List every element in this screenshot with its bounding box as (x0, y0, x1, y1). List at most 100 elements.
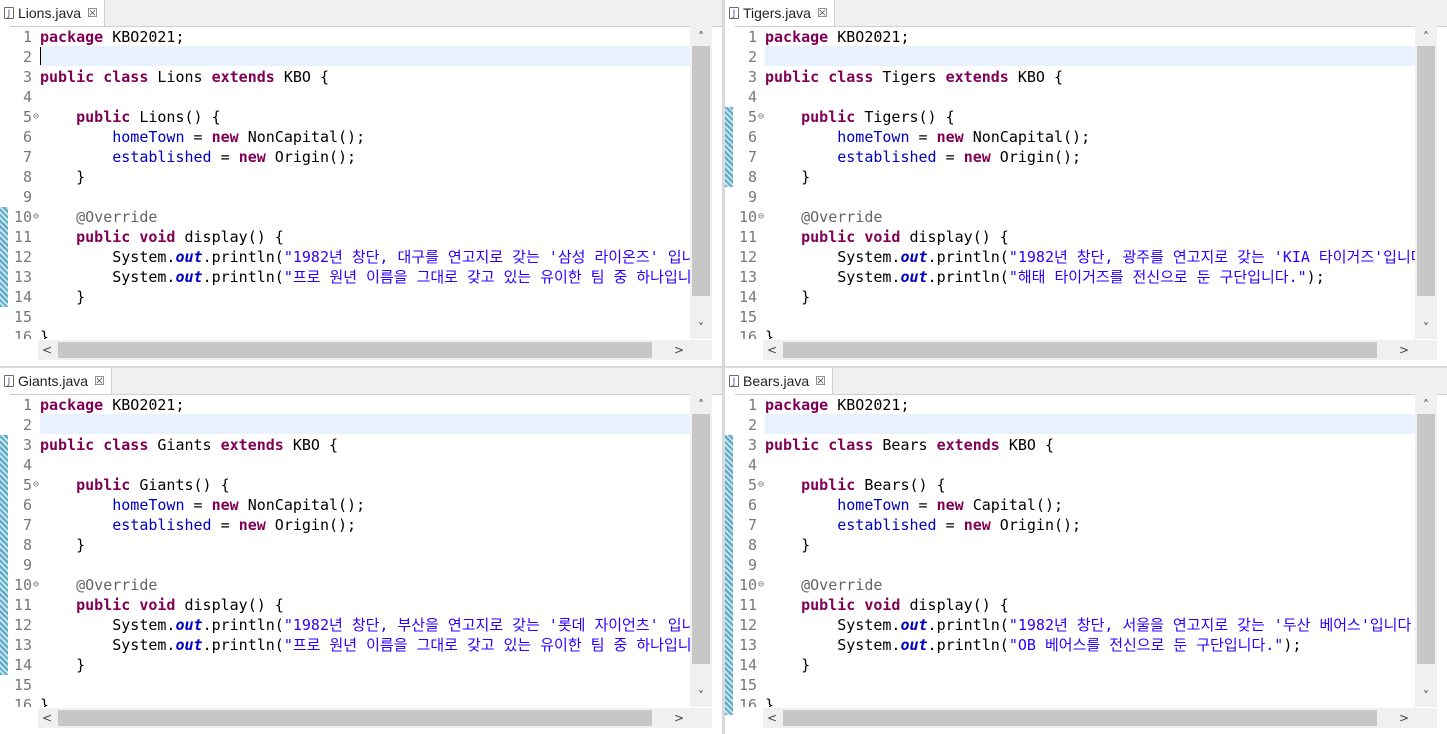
code-area[interactable]: 1 package KBO2021; 2 3 public class Giants e… (10, 394, 690, 707)
code-token: } (40, 288, 86, 306)
scroll-up-icon[interactable]: ˄ (690, 28, 712, 46)
vertical-scrollbar[interactable]: ˄ ˅ (1415, 394, 1437, 707)
editor-tab[interactable]: J Bears.java ☒ (725, 368, 833, 394)
code-line: 6 homeTown = new Capital(); (735, 495, 1415, 515)
code-text: System.out.println("1982년 창단, 광주를 연고지로 갖… (765, 247, 1415, 267)
scroll-left-icon[interactable]: < (38, 340, 56, 360)
close-icon[interactable]: ☒ (94, 374, 105, 388)
vertical-scrollbar[interactable]: ˄ ˅ (1415, 26, 1437, 339)
code-line: 14 } (10, 655, 690, 675)
scroll-down-icon[interactable]: ˅ (1415, 687, 1437, 705)
keyword: void (130, 596, 176, 614)
horizontal-scroll-thumb[interactable] (58, 710, 652, 726)
horizontal-scroll-thumb[interactable] (783, 710, 1377, 726)
code-text: package KBO2021; (765, 27, 910, 47)
field-name: homeTown (837, 128, 910, 146)
scroll-up-icon[interactable]: ˄ (1415, 28, 1437, 46)
scroll-down-icon[interactable]: ˅ (1415, 319, 1437, 337)
keyword: public (801, 228, 856, 246)
annotation: @Override (76, 208, 158, 226)
close-icon[interactable]: ☒ (815, 374, 826, 388)
vertical-scroll-thumb[interactable] (692, 414, 710, 664)
scroll-up-icon[interactable]: ˄ (690, 396, 712, 414)
code-token: } (765, 288, 811, 306)
line-number: 4 (22, 88, 32, 106)
keyword: class (819, 436, 874, 454)
code-line: 9 (10, 555, 690, 575)
change-marker (0, 435, 8, 675)
code-area[interactable]: 1 package KBO2021; 2 3 public class Tigers e… (735, 26, 1415, 339)
code-line: 10 ⊖ @Override (10, 207, 690, 227)
change-marker (725, 107, 733, 187)
code-text: } (40, 327, 49, 339)
line-number: 12 (13, 248, 32, 266)
scroll-down-icon[interactable]: ˅ (690, 319, 712, 337)
line-number: 12 (738, 248, 757, 266)
scroll-up-icon[interactable]: ˄ (1415, 396, 1437, 414)
string-literal: "1982년 창단, 부산을 연고지로 갖는 '롯데 자이언츠' 입니다." (283, 616, 690, 634)
editor-tab[interactable]: J Lions.java ☒ (0, 0, 105, 26)
scroll-down-icon[interactable]: ˅ (690, 687, 712, 705)
horizontal-scrollbar[interactable]: < > (763, 708, 1415, 728)
line-number: 11 (13, 228, 32, 246)
code-text: } (40, 167, 85, 187)
code-area[interactable]: 1 package KBO2021; 2 3 public class Lions ex… (10, 26, 690, 339)
scroll-right-icon[interactable]: > (670, 708, 688, 728)
scroll-right-icon[interactable]: > (1395, 708, 1413, 728)
code-line: 5 ⊖ public Lions() { (10, 107, 690, 127)
code-line: 12 System.out.println("1982년 창단, 서울을 연고지… (735, 615, 1415, 635)
vertical-scrollbar[interactable]: ˄ ˅ (690, 394, 712, 707)
string-literal: "1982년 창단, 서울을 연고지로 갖는 '두산 베어스'입니다." (1008, 616, 1415, 634)
annotation: @Override (801, 576, 883, 594)
line-number: 15 (738, 308, 757, 326)
vertical-scrollbar[interactable]: ˄ ˅ (690, 26, 712, 339)
vertical-scroll-thumb[interactable] (692, 46, 710, 296)
code-token: = (211, 148, 239, 166)
scroll-left-icon[interactable]: < (763, 340, 781, 360)
code-line: 12 System.out.println("1982년 창단, 광주를 연고지… (735, 247, 1415, 267)
horizontal-scroll-thumb[interactable] (58, 342, 652, 358)
code-token: Giants() { (130, 476, 230, 494)
code-token: } (765, 696, 775, 707)
keyword: class (819, 68, 874, 86)
keyword: new (963, 148, 991, 166)
line-number: 3 (747, 68, 757, 86)
code-text: public void display() { (40, 227, 284, 247)
code-token: = (909, 496, 937, 514)
code-token: System. (40, 268, 176, 286)
code-token: .println( (202, 636, 284, 654)
horizontal-scrollbar[interactable]: < > (38, 340, 690, 360)
scroll-right-icon[interactable]: > (1395, 340, 1413, 360)
editor-pane-lions: J Lions.java ☒ 1 package KBO2021; 2 3 public cl… (0, 0, 722, 366)
horizontal-scroll-thumb[interactable] (783, 342, 1377, 358)
vertical-scroll-thumb[interactable] (1417, 414, 1435, 664)
annotation: @Override (76, 576, 158, 594)
code-line: 7 established = new Origin(); (735, 147, 1415, 167)
close-icon[interactable]: ☒ (817, 6, 828, 20)
scroll-right-icon[interactable]: > (670, 340, 688, 360)
field-name: homeTown (112, 128, 185, 146)
scroll-left-icon[interactable]: < (38, 708, 56, 728)
code-text: public Bears() { (765, 475, 946, 495)
code-text: homeTown = new NonCapital(); (765, 127, 1090, 147)
code-line: 4 (735, 87, 1415, 107)
scroll-left-icon[interactable]: < (763, 708, 781, 728)
horizontal-scrollbar[interactable]: < > (763, 340, 1415, 360)
vertical-scroll-thumb[interactable] (1417, 46, 1435, 296)
code-line: 6 homeTown = new NonCapital(); (735, 127, 1415, 147)
horizontal-scrollbar[interactable]: < > (38, 708, 690, 728)
close-icon[interactable]: ☒ (87, 6, 98, 20)
keyword: extends (945, 68, 1009, 86)
code-token: Tigers() { (855, 108, 955, 126)
code-area[interactable]: 1 package KBO2021; 2 3 public class Bears ex… (735, 394, 1415, 707)
editor-tab[interactable]: J Tigers.java ☒ (725, 0, 835, 26)
editor-tab[interactable]: J Giants.java ☒ (0, 368, 112, 394)
code-token: System. (765, 616, 901, 634)
